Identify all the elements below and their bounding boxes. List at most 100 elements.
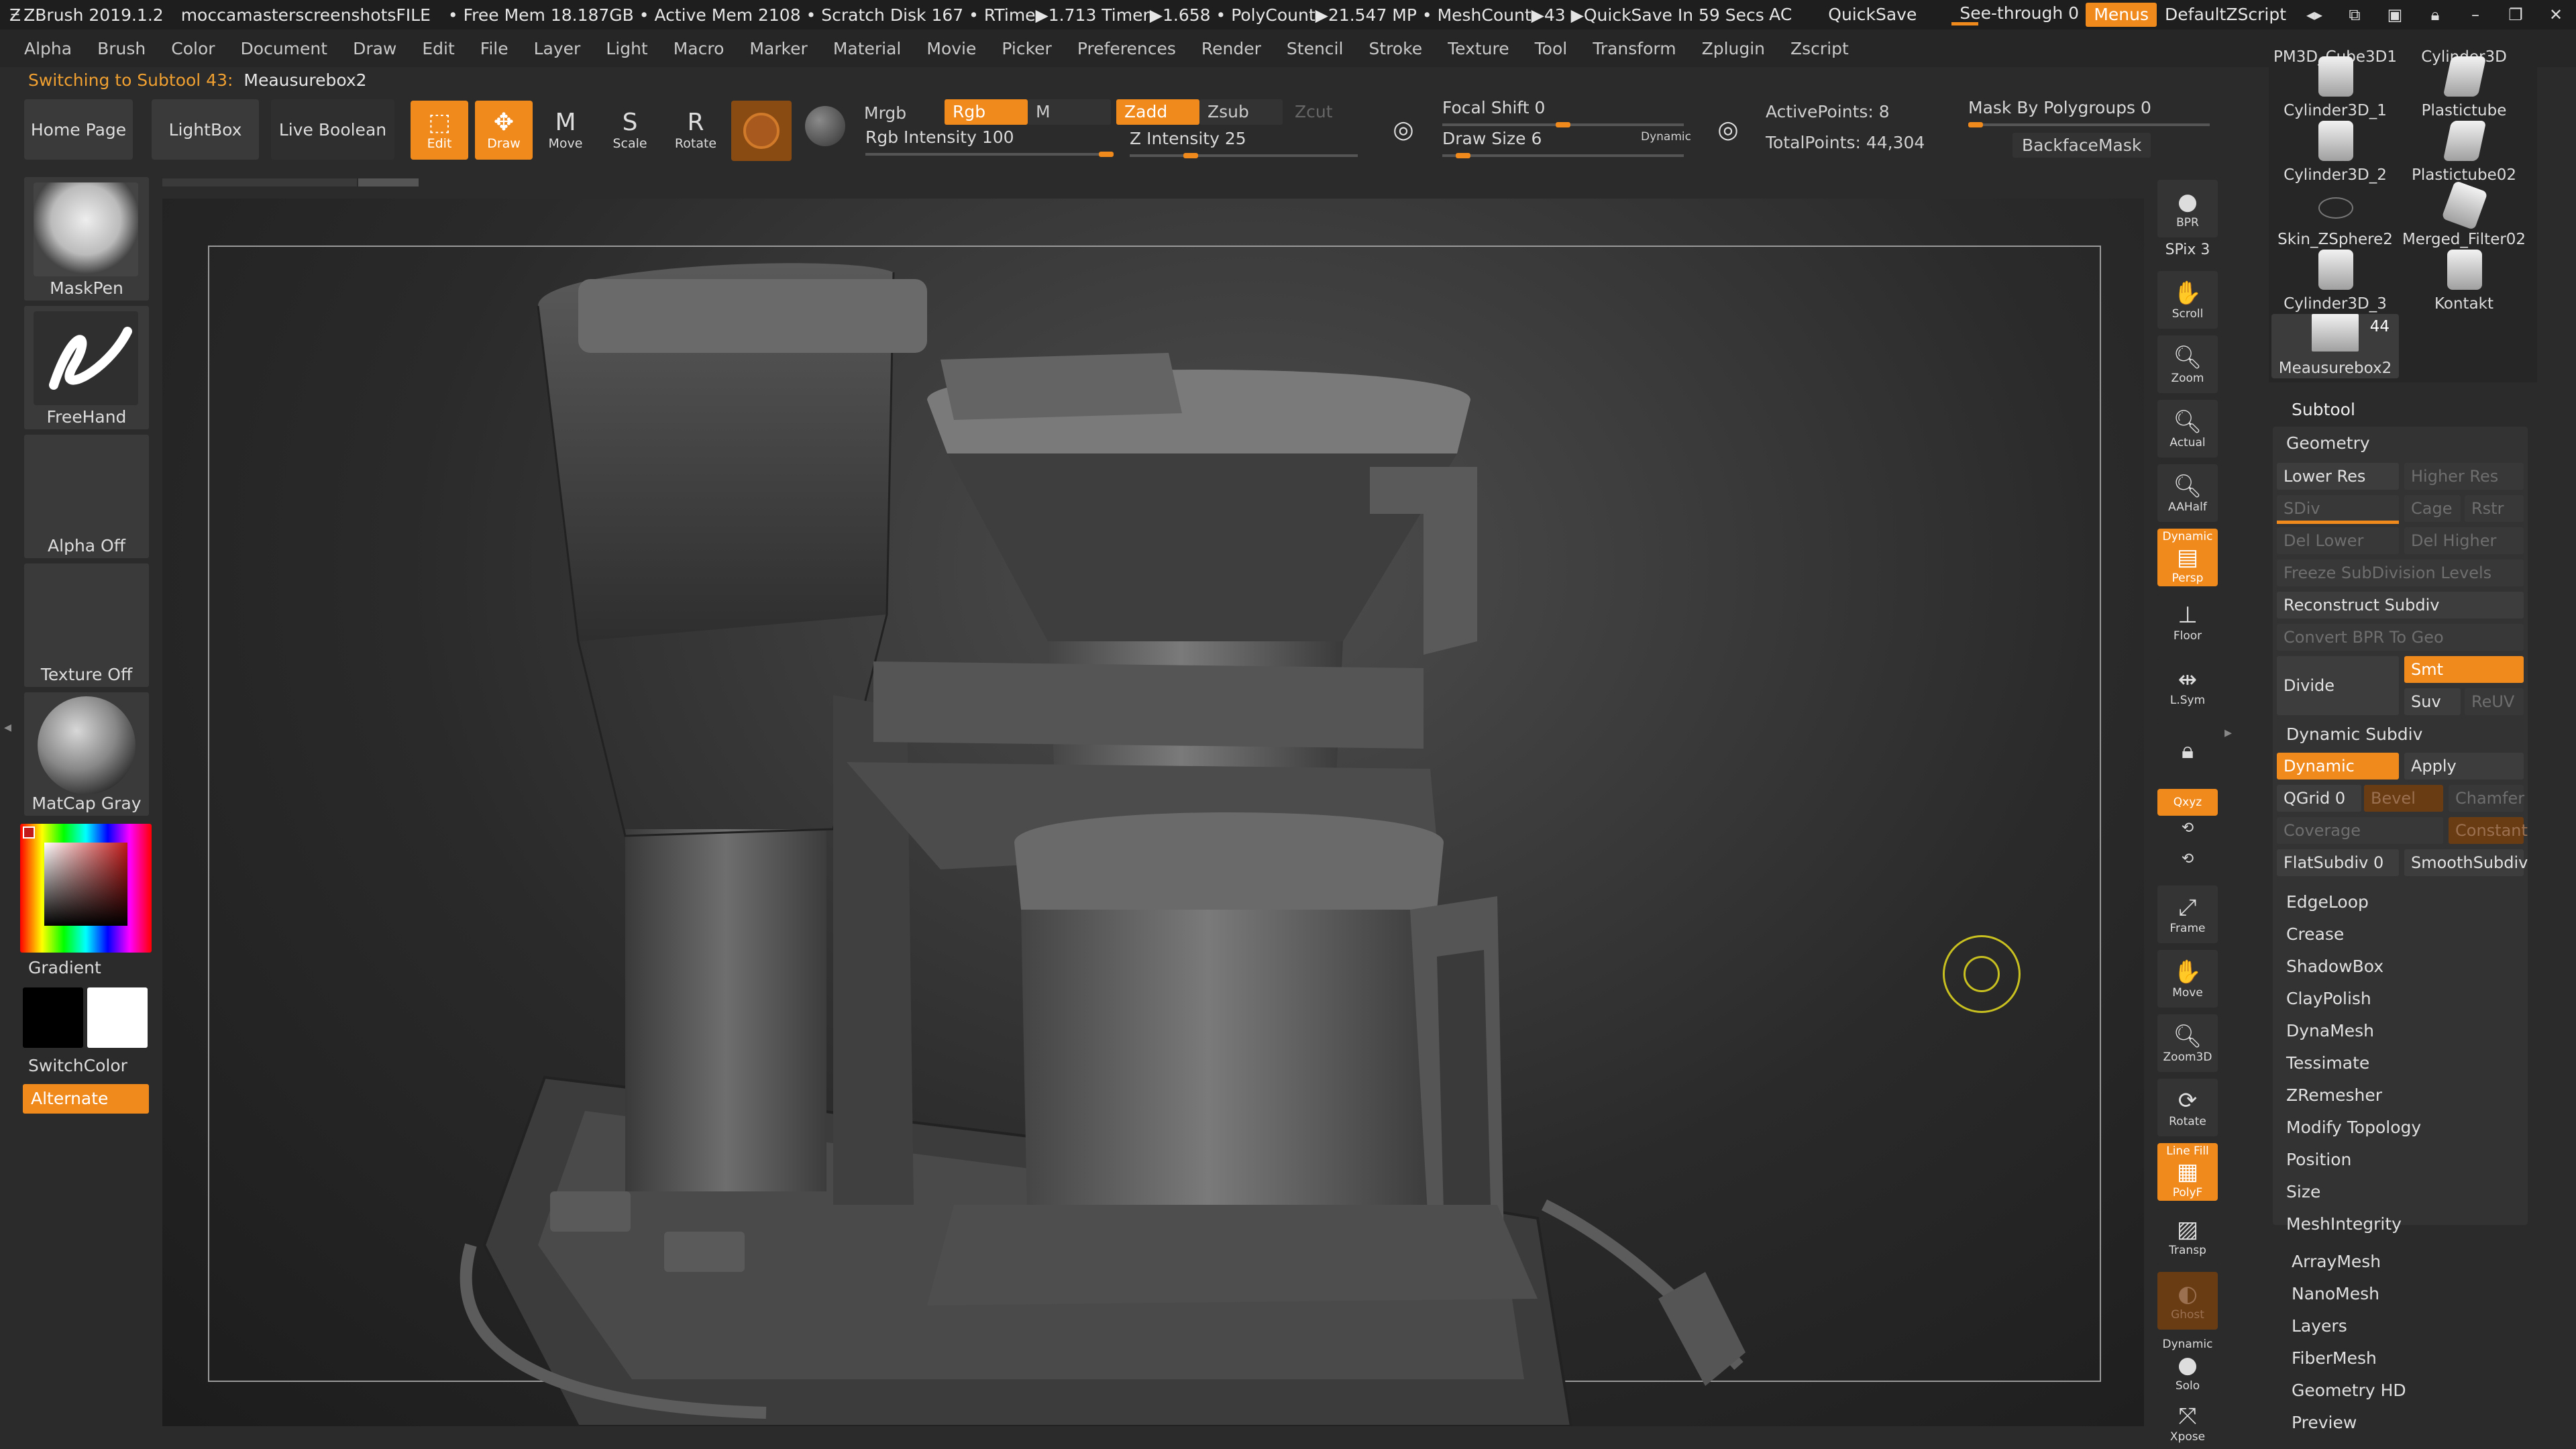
- menu-document[interactable]: Document: [241, 39, 328, 58]
- material-swatch[interactable]: [731, 101, 792, 161]
- subtool-header[interactable]: Subtool: [2292, 400, 2355, 419]
- rotate-z-icon[interactable]: ⟲: [2157, 851, 2218, 867]
- subtool-item[interactable]: Kontakt: [2400, 250, 2528, 314]
- xpose-button[interactable]: ⤧ Xpose: [2157, 1399, 2218, 1446]
- stroke-selector[interactable]: FreeHand: [24, 306, 149, 429]
- dynamic-subdiv-header[interactable]: Dynamic Subdiv: [2286, 724, 2422, 744]
- alternate-button[interactable]: Alternate: [23, 1084, 149, 1114]
- s-symmetry-button[interactable]: ◎: [1375, 101, 1432, 160]
- menu-stencil[interactable]: Stencil: [1287, 39, 1344, 58]
- move-view-button[interactable]: ✋ Move: [2157, 950, 2218, 1008]
- home-page-button[interactable]: Home Page: [24, 99, 133, 160]
- scroll-thumb[interactable]: [358, 178, 419, 186]
- geo-item-position[interactable]: Position: [2286, 1150, 2351, 1169]
- switchcolor-button[interactable]: SwitchColor: [28, 1056, 127, 1075]
- move-button[interactable]: M Move: [537, 101, 594, 160]
- geo-item-zremesher[interactable]: ZRemesher: [2286, 1085, 2382, 1105]
- dynamic-draw-size-toggle[interactable]: Dynamic: [1641, 130, 1691, 144]
- reuv-toggle[interactable]: ReUV: [2465, 688, 2524, 715]
- flatsubdiv-slider[interactable]: FlatSubdiv 0: [2277, 849, 2399, 876]
- smt-toggle[interactable]: Smt: [2404, 656, 2524, 683]
- color-picker-sv-area[interactable]: [44, 843, 127, 926]
- chamfer-toggle[interactable]: Chamfer: [2449, 785, 2524, 812]
- ghost-button[interactable]: ◐ Ghost: [2157, 1272, 2218, 1330]
- constant-toggle[interactable]: Constant: [2449, 817, 2528, 844]
- menu-marker[interactable]: Marker: [749, 39, 807, 58]
- live-boolean-button[interactable]: Live Boolean: [271, 99, 394, 160]
- bpr-button[interactable]: ● BPR: [2157, 180, 2218, 237]
- geo-item-tessimate[interactable]: Tessimate: [2286, 1053, 2369, 1073]
- subtool-item[interactable]: Plastictube: [2400, 56, 2528, 121]
- geometry-header[interactable]: Geometry: [2286, 433, 2370, 453]
- geo-item-edgeloop[interactable]: EdgeLoop: [2286, 892, 2369, 912]
- subtool-item-selected[interactable]: 44 Meausurebox2: [2271, 314, 2399, 378]
- subtool-item[interactable]: Plastictube02: [2400, 121, 2528, 185]
- edit-button[interactable]: ⬚ Edit: [411, 101, 468, 160]
- alpha-selector[interactable]: Alpha Off: [24, 435, 149, 558]
- geo-item-modify-topology[interactable]: Modify Topology: [2286, 1118, 2421, 1137]
- zadd-button[interactable]: Zadd: [1116, 99, 1199, 125]
- geo-item-shadowbox[interactable]: ShadowBox: [2286, 957, 2383, 976]
- menu-transform[interactable]: Transform: [1593, 39, 1676, 58]
- geo-item-crease[interactable]: Crease: [2286, 924, 2344, 944]
- subtool-item[interactable]: Cylinder3D_1: [2271, 56, 2399, 121]
- rotate-button[interactable]: R Rotate: [667, 101, 724, 160]
- menu-draw[interactable]: Draw: [353, 39, 396, 58]
- lsym-button[interactable]: ⇹ L.Sym: [2157, 657, 2218, 715]
- brush-selector[interactable]: MaskPen: [24, 177, 149, 301]
- persp-button[interactable]: Dynamic ▤ Persp: [2157, 529, 2218, 586]
- draw-button[interactable]: ✥ Draw: [475, 101, 533, 160]
- menu-edit[interactable]: Edit: [422, 39, 454, 58]
- divide-button[interactable]: Divide: [2277, 656, 2399, 715]
- rgb-intensity-slider[interactable]: Rgb Intensity 100: [865, 127, 1114, 158]
- zoom-button[interactable]: 🔍︎ Zoom: [2157, 335, 2218, 393]
- spix-slider[interactable]: SPix 3: [2157, 241, 2218, 258]
- higher-res-button[interactable]: Higher Res: [2404, 463, 2524, 490]
- rotate-y-icon[interactable]: ⟲: [2157, 820, 2218, 837]
- rstr-button[interactable]: Rstr: [2465, 495, 2524, 522]
- menu-material[interactable]: Material: [833, 39, 902, 58]
- z-intensity-slider[interactable]: Z Intensity 25: [1130, 129, 1358, 160]
- lightbox-button[interactable]: LightBox: [152, 99, 259, 160]
- menu-stroke[interactable]: Stroke: [1368, 39, 1422, 58]
- scroll-button[interactable]: ✋ Scroll: [2157, 271, 2218, 329]
- geo-item-dynamesh[interactable]: DynaMesh: [2286, 1021, 2374, 1040]
- cage-button[interactable]: Cage: [2404, 495, 2461, 522]
- sdiv-slider[interactable]: SDiv: [2277, 495, 2399, 522]
- transp-button[interactable]: ▨ Transp: [2157, 1208, 2218, 1265]
- menu-texture[interactable]: Texture: [1448, 39, 1509, 58]
- secondary-color-swatch[interactable]: [87, 987, 148, 1048]
- panel-geometry-hd[interactable]: Geometry HD: [2292, 1381, 2406, 1400]
- menu-alpha[interactable]: Alpha: [24, 39, 72, 58]
- menu-brush[interactable]: Brush: [97, 39, 146, 58]
- local-lock-button[interactable]: 🔒︎: [2157, 722, 2218, 780]
- menu-picker[interactable]: Picker: [1002, 39, 1051, 58]
- aahalf-button[interactable]: 🔍︎ AAHalf: [2157, 464, 2218, 522]
- m-button[interactable]: M: [1028, 99, 1111, 125]
- frame-button[interactable]: ⤢ Frame: [2157, 885, 2218, 943]
- see-through-slider[interactable]: See-through 0: [1951, 3, 2079, 27]
- coverage-slider[interactable]: Coverage: [2277, 817, 2443, 844]
- gradient-label[interactable]: Gradient: [28, 958, 101, 977]
- freeze-subdiv-button[interactable]: Freeze SubDivision Levels: [2277, 559, 2524, 586]
- subtool-item[interactable]: Cylinder3D_3: [2271, 250, 2399, 314]
- close-icon[interactable]: ✕: [2536, 0, 2576, 30]
- d-dial-button[interactable]: ◎: [1700, 101, 1756, 160]
- panel-arraymesh[interactable]: ArrayMesh: [2292, 1252, 2381, 1271]
- subtool-item[interactable]: Merged_Filter02: [2400, 180, 2528, 250]
- zsub-button[interactable]: Zsub: [1199, 99, 1283, 125]
- rotate-view-button[interactable]: ⟳ Rotate: [2157, 1079, 2218, 1136]
- viewport-top-scrollbar[interactable]: [162, 176, 2144, 191]
- geo-item-size[interactable]: Size: [2286, 1182, 2320, 1201]
- reconstruct-subdiv-button[interactable]: Reconstruct Subdiv: [2277, 592, 2524, 619]
- menu-zplugin[interactable]: Zplugin: [1702, 39, 1765, 58]
- mrgb-button[interactable]: Mrgb: [864, 103, 906, 123]
- menu-file[interactable]: File: [480, 39, 508, 58]
- menu-light[interactable]: Light: [606, 39, 647, 58]
- dynamic-toggle[interactable]: Dynamic: [2277, 753, 2399, 780]
- actual-button[interactable]: 🔍︎ Actual: [2157, 400, 2218, 458]
- menu-movie[interactable]: Movie: [926, 39, 976, 58]
- solo-button[interactable]: Dynamic ● Solo: [2157, 1336, 2218, 1394]
- apply-button[interactable]: Apply: [2404, 753, 2524, 780]
- panel-fibermesh[interactable]: FiberMesh: [2292, 1348, 2377, 1368]
